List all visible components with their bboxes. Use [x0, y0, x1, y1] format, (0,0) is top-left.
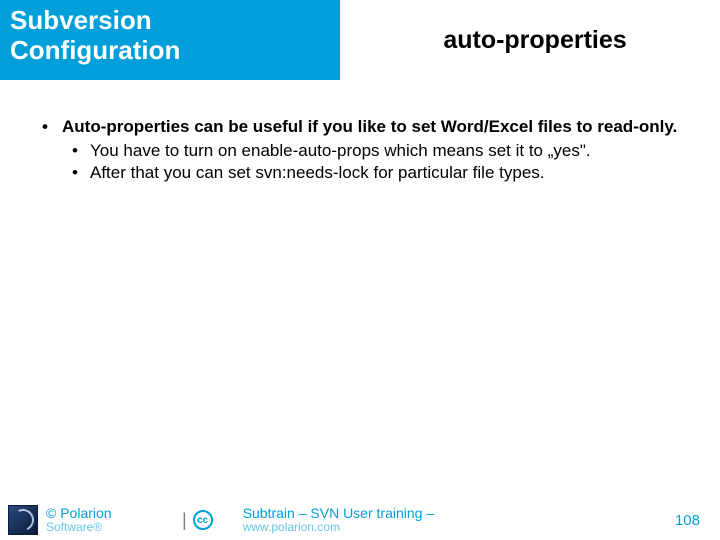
header-left-box: Subversion Configuration — [0, 0, 340, 80]
footer-copyright-line1: © Polarion — [46, 506, 176, 521]
bullet-sub2: After that you can set svn:needs-lock fo… — [62, 162, 686, 184]
header-right-title: auto-properties — [340, 0, 720, 80]
footer-center-line2: www.polarion.com — [243, 521, 675, 534]
footer-copyright: © Polarion Software® — [46, 506, 176, 535]
slide-footer: © Polarion Software® | cc Subtrain – SVN… — [0, 500, 720, 540]
page-number: 108 — [675, 512, 700, 529]
header-left-line1: Subversion — [10, 6, 330, 36]
footer-separator: | — [182, 510, 187, 531]
header-left-line2: Configuration — [10, 36, 330, 66]
slide-body: Auto-properties can be useful if you lik… — [0, 80, 720, 184]
cc-license-icon: cc — [193, 510, 213, 530]
bullet-main: Auto-properties can be useful if you lik… — [34, 116, 686, 184]
bullet-main-text: Auto-properties can be useful if you lik… — [62, 117, 677, 136]
slide: Subversion Configuration auto-properties… — [0, 0, 720, 540]
slide-header: Subversion Configuration auto-properties — [0, 0, 720, 80]
polarion-logo-icon — [8, 505, 38, 535]
footer-center-line1: Subtrain – SVN User training – — [243, 506, 675, 521]
bullet-sub1: You have to turn on enable-auto-props wh… — [62, 140, 686, 162]
footer-center: Subtrain – SVN User training – www.polar… — [243, 506, 675, 535]
footer-copyright-line2: Software® — [46, 521, 176, 534]
